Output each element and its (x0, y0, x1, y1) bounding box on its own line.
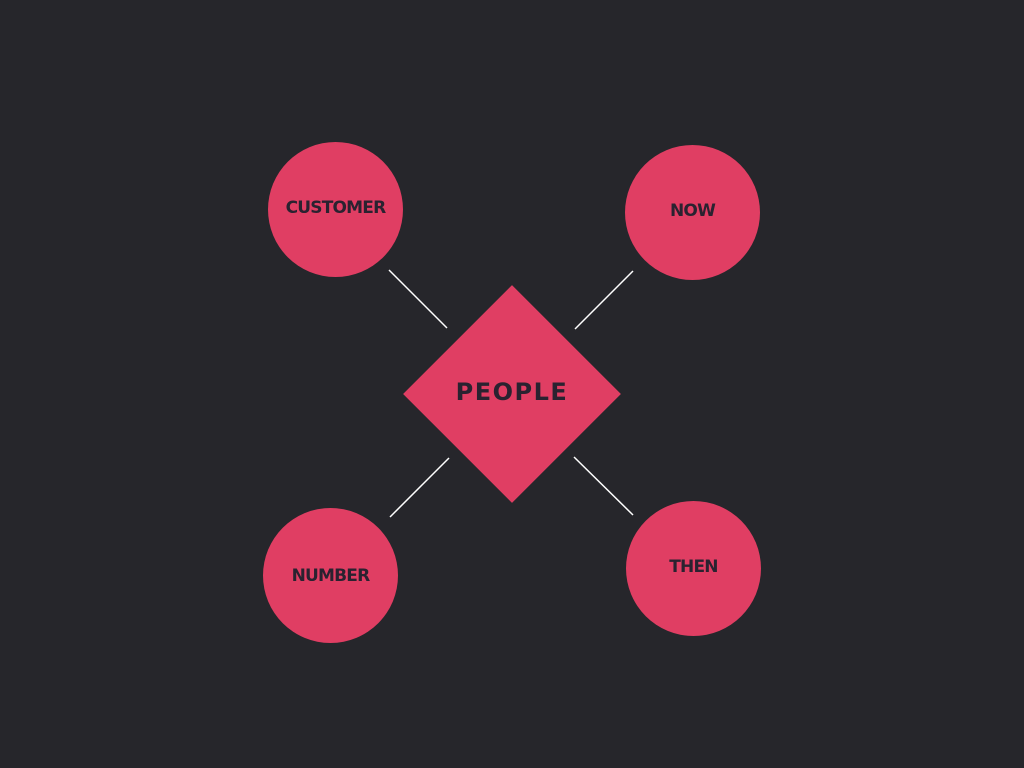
node-label-then: THEN (669, 556, 718, 577)
connector-now (574, 270, 634, 330)
node-number: NUMBER (263, 508, 398, 643)
node-label-customer: CUSTOMER (285, 198, 387, 218)
node-customer: CUSTOMER (268, 142, 403, 277)
connector-number (389, 457, 450, 518)
diagram-canvas: PEOPLE CUSTOMER NOW NUMBER THEN (0, 0, 1024, 768)
connector-customer (388, 269, 448, 329)
node-then: THEN (626, 501, 761, 636)
node-now: NOW (625, 145, 760, 280)
connector-then (573, 456, 634, 516)
node-label-now: NOW (669, 200, 716, 221)
center-label: PEOPLE (455, 378, 569, 406)
node-label-number: NUMBER (291, 565, 371, 586)
